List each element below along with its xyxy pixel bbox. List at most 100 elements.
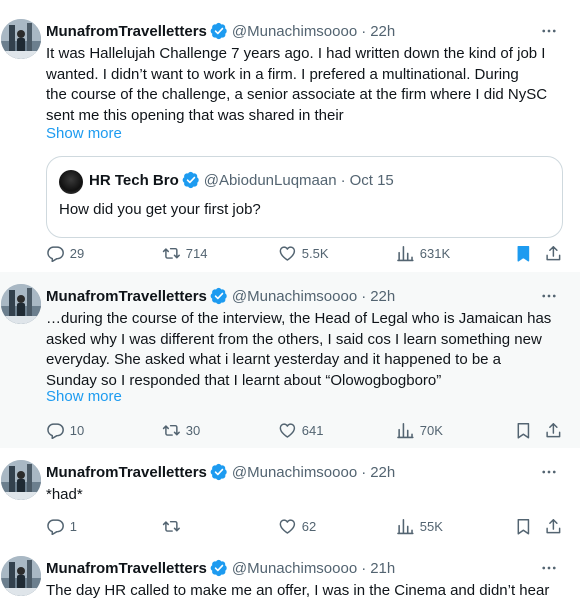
text-line: everyday. She asked what i learnt yester… xyxy=(46,351,502,368)
reply-count: 29 xyxy=(69,245,85,261)
separator-dot: · xyxy=(361,287,367,305)
more-horizontal-icon xyxy=(540,22,558,40)
more-horizontal-icon xyxy=(540,559,558,577)
verified-badge-icon xyxy=(210,287,228,305)
text-line: Sunday so I responded that I learnt abou… xyxy=(46,371,442,389)
bookmark-icon xyxy=(514,517,533,536)
quoted-time[interactable]: Oct 15 xyxy=(350,172,394,189)
separator-dot: · xyxy=(361,559,367,577)
share-icon xyxy=(544,244,563,263)
author-name[interactable]: MunafromTravelletters xyxy=(46,288,207,305)
avatar[interactable] xyxy=(1,460,41,500)
post-time[interactable]: 21h xyxy=(370,560,395,577)
avatar[interactable] xyxy=(1,284,41,324)
quoted-header: HR Tech Bro @AbiodunLuqmaan · Oct 15 xyxy=(89,171,394,189)
bookmark-button[interactable] xyxy=(514,243,533,263)
more-horizontal-icon xyxy=(540,463,558,481)
post-3[interactable]: MunafromTravelletters @Munachimsoooo · 2… xyxy=(0,448,580,548)
avatar[interactable] xyxy=(1,19,41,59)
more-horizontal-icon xyxy=(540,287,558,305)
text-line: It was Hallelujah Challenge 7 years ago.… xyxy=(46,45,546,62)
action-bar: 10 30 641 70K xyxy=(46,420,562,440)
views-chart-icon xyxy=(396,244,415,263)
more-options-button[interactable] xyxy=(538,286,560,306)
author-name[interactable]: MunafromTravelletters xyxy=(46,464,207,481)
show-more-link[interactable]: Show more xyxy=(46,125,122,142)
post-text: The day HR called to make me an offer, I… xyxy=(46,581,566,601)
like-button[interactable]: 5.5K xyxy=(278,243,329,263)
views-chart-icon xyxy=(396,517,415,536)
repost-button[interactable] xyxy=(162,516,186,536)
more-options-button[interactable] xyxy=(538,558,560,578)
like-button[interactable]: 62 xyxy=(278,516,316,536)
views-button[interactable]: 70K xyxy=(396,420,443,440)
author-handle[interactable]: @Munachimsoooo xyxy=(232,464,357,481)
quoted-avatar[interactable] xyxy=(59,170,83,194)
heart-icon xyxy=(278,421,297,440)
post-text: …during the course of the interview, the… xyxy=(46,309,566,391)
share-button[interactable] xyxy=(544,516,563,536)
author-handle[interactable]: @Munachimsoooo xyxy=(232,288,357,305)
post-2[interactable]: MunafromTravelletters @Munachimsoooo · 2… xyxy=(0,272,580,448)
heart-icon xyxy=(278,517,297,536)
reply-button[interactable]: 10 xyxy=(46,420,84,440)
post-1[interactable]: MunafromTravelletters @Munachimsoooo · 2… xyxy=(0,0,580,272)
reply-icon xyxy=(46,517,65,536)
quoted-author-name[interactable]: HR Tech Bro xyxy=(89,172,179,189)
post-time[interactable]: 22h xyxy=(370,464,395,481)
repost-count: 30 xyxy=(185,422,201,438)
heart-icon xyxy=(278,244,297,263)
share-icon xyxy=(544,421,563,440)
post-4[interactable]: MunafromTravelletters @Munachimsoooo · 2… xyxy=(0,548,580,601)
view-count: 631K xyxy=(419,245,451,261)
like-count: 62 xyxy=(301,518,317,534)
bookmark-button[interactable] xyxy=(514,420,533,440)
share-button[interactable] xyxy=(544,420,563,440)
author-handle[interactable]: @Munachimsoooo xyxy=(232,560,357,577)
author-name[interactable]: MunafromTravelletters xyxy=(46,23,207,40)
post-header: MunafromTravelletters @Munachimsoooo · 2… xyxy=(46,286,395,306)
author-name[interactable]: MunafromTravelletters xyxy=(46,560,207,577)
text-line: asked why I was different from the other… xyxy=(46,330,542,348)
action-bar: 1 62 55K xyxy=(46,516,562,536)
text-line: wanted. I didn’t want to work in a firm.… xyxy=(46,65,519,83)
post-time[interactable]: 22h xyxy=(370,288,395,305)
reply-button[interactable]: 29 xyxy=(46,243,84,263)
reply-count: 1 xyxy=(69,518,77,534)
views-button[interactable]: 631K xyxy=(396,243,450,263)
text-line: …during the course of the interview, the… xyxy=(46,310,552,327)
share-icon xyxy=(544,517,563,536)
repost-icon xyxy=(162,421,181,440)
post-time[interactable]: 22h xyxy=(370,23,395,40)
text-line: The day HR called to make me an offer, I… xyxy=(46,582,550,599)
views-chart-icon xyxy=(396,421,415,440)
more-options-button[interactable] xyxy=(538,462,560,482)
more-options-button[interactable] xyxy=(538,21,560,41)
show-more-link[interactable]: Show more xyxy=(46,388,122,405)
text-line: sent me this opening that was shared in … xyxy=(46,106,344,124)
author-handle[interactable]: @Munachimsoooo xyxy=(232,23,357,40)
post-text: It was Hallelujah Challenge 7 years ago.… xyxy=(46,44,566,126)
repost-button[interactable]: 30 xyxy=(162,420,200,440)
quoted-post[interactable]: HR Tech Bro @AbiodunLuqmaan · Oct 15 How… xyxy=(46,156,563,238)
repost-icon xyxy=(162,517,181,536)
verified-badge-icon xyxy=(210,22,228,40)
avatar[interactable] xyxy=(1,556,41,596)
repost-icon xyxy=(162,244,181,263)
repost-count: 714 xyxy=(185,245,208,261)
quoted-text: How did you get your first job? xyxy=(59,201,261,218)
post-header: MunafromTravelletters @Munachimsoooo · 2… xyxy=(46,558,395,578)
like-count: 641 xyxy=(301,422,324,438)
separator-dot: · xyxy=(340,171,346,189)
views-button[interactable]: 55K xyxy=(396,516,443,536)
repost-button[interactable]: 714 xyxy=(162,243,207,263)
reply-button[interactable]: 1 xyxy=(46,516,77,536)
reply-count: 10 xyxy=(69,422,85,438)
share-button[interactable] xyxy=(544,243,563,263)
verified-badge-icon xyxy=(210,559,228,577)
quoted-author-handle[interactable]: @AbiodunLuqmaan xyxy=(204,172,337,189)
text-line: the course of the challenge, a senior as… xyxy=(46,86,548,103)
like-button[interactable]: 641 xyxy=(278,420,323,440)
separator-dot: · xyxy=(361,22,367,40)
bookmark-button[interactable] xyxy=(514,516,533,536)
